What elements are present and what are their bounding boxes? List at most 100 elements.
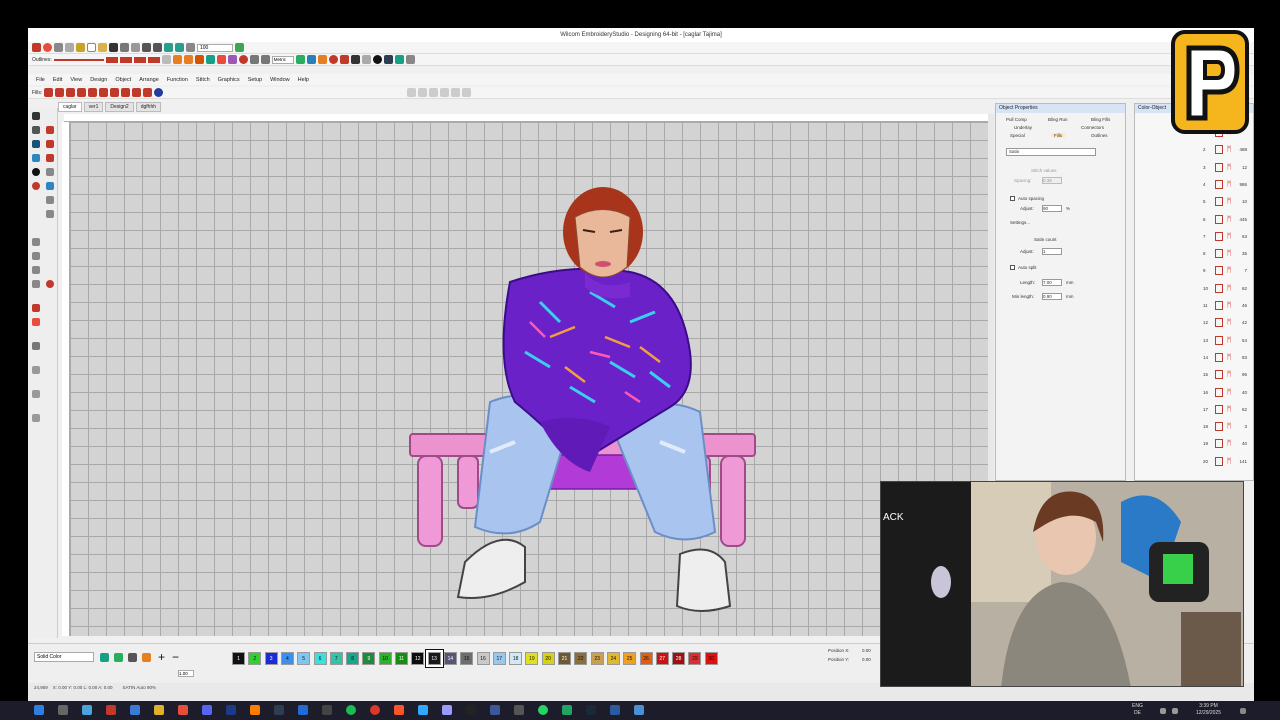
home-icon[interactable] [32,43,41,52]
record-icon[interactable] [32,182,40,190]
gear-icon[interactable] [32,414,40,422]
palette-chip[interactable]: 17 [492,652,506,665]
tab-bling-run[interactable]: Bling Run [1048,117,1068,122]
lock-icon[interactable] [440,88,450,97]
outline-blanket-icon[interactable] [133,56,146,63]
flower-icon[interactable] [227,55,237,64]
arc-icon[interactable] [361,55,371,64]
palette-chip[interactable]: 15 [460,652,474,665]
text-icon[interactable] [32,140,40,148]
align-left-icon[interactable] [407,88,417,97]
grid-icon[interactable] [205,55,215,64]
satin-adjust-input[interactable]: 1 [1042,248,1062,255]
start-icon[interactable] [34,705,44,715]
color-object-row[interactable]: 18 ᛗ 3 [1155,422,1247,437]
outline-run-icon[interactable] [53,58,104,61]
discord-icon[interactable] [202,705,212,715]
palette-chip[interactable]: 12 [411,652,425,665]
color-object-row[interactable]: 9 ᛗ 7 [1155,266,1247,281]
cut-tool-icon[interactable] [32,342,40,350]
tab-connectors[interactable]: Connectors [1081,125,1104,130]
palette-chip[interactable]: 24 [606,652,620,665]
color-object-row[interactable]: 11 ᛗ 46 [1155,301,1247,316]
palette-chip[interactable]: 16 [476,652,490,665]
tab-outlines[interactable]: Outlines [1091,133,1108,138]
color-object-row[interactable]: 5 ᛗ 10 [1155,197,1247,212]
layout-icon[interactable] [260,55,270,64]
taskbar-app-16-icon[interactable] [466,705,476,715]
size-input[interactable]: 1.00 [178,670,194,677]
design-canvas[interactable] [70,122,988,636]
photoshop-icon[interactable] [418,705,428,715]
palette-chip[interactable]: 8 [346,652,360,665]
palette-chip[interactable]: 26 [639,652,653,665]
length-input[interactable]: 7.00 [1042,279,1062,286]
color-object-row[interactable]: 13 ᛗ 54 [1155,335,1247,351]
fill-grid-icon[interactable] [132,88,142,97]
apple-icon[interactable] [216,55,226,64]
brave-icon[interactable] [394,705,404,715]
needle-icon[interactable] [339,55,349,64]
palette-chip[interactable]: 14 [443,652,457,665]
tab-ver1[interactable]: ver1 [83,102,104,112]
palette-chip[interactable]: 22 [574,652,588,665]
monogram-icon[interactable] [32,154,40,162]
file-explorer-icon[interactable] [154,705,164,715]
layers-icon[interactable] [383,55,393,64]
taskbar-app-23-icon[interactable] [634,705,644,715]
palette-chip[interactable]: 23 [590,652,604,665]
menu-object[interactable]: Object [115,77,131,83]
palette-chip[interactable]: 11 [395,652,408,665]
taskbar-app-2-icon[interactable] [106,705,116,715]
network-icon[interactable] [1160,708,1166,714]
palette-chip[interactable]: 7 [329,652,343,665]
add-color-icon[interactable]: + [158,650,165,664]
tab-bling-fills[interactable]: Bling Fills [1091,117,1110,122]
fill-cross-icon[interactable] [121,88,131,97]
color-object-row[interactable]: 7 ᛗ 63 [1155,231,1247,247]
language-indicator[interactable]: ENG DE [1132,703,1143,717]
function-icon[interactable] [350,55,360,64]
fill-satin-icon[interactable] [55,88,65,97]
info-icon[interactable] [372,55,382,64]
clock[interactable]: 3:39 PM 12/29/2025 [1196,703,1221,717]
excel-icon[interactable] [562,705,572,715]
fill-type-select[interactable]: Satin [1006,148,1096,156]
appliqué-icon[interactable] [32,304,40,312]
vertical-ruler[interactable] [62,122,70,636]
color-object-row[interactable]: 6 ᛗ 445 [1155,214,1247,230]
menu-graphics[interactable]: Graphics [218,77,240,83]
min-length-input[interactable]: 0.90 [1042,293,1062,300]
wilcom-taskbar-icon[interactable] [610,705,620,715]
transform-icon[interactable] [32,366,40,374]
units-select[interactable]: Metric [271,55,294,64]
digitize-icon[interactable] [46,126,54,134]
stop-icon[interactable] [328,55,338,64]
remove-color-icon[interactable]: − [172,650,179,664]
palette-chip[interactable]: 3 [264,652,278,665]
premiere-icon[interactable] [442,705,452,715]
color-object-row[interactable]: 12 ᛗ 42 [1155,318,1247,333]
menu-design[interactable]: Design [90,77,107,83]
frame-icon[interactable] [306,55,316,64]
print-icon[interactable] [120,43,129,52]
paste-icon[interactable] [76,43,85,52]
palette-chip[interactable]: 9 [362,652,376,665]
tab-design2[interactable]: Design2 [105,102,134,112]
chrome-icon[interactable] [370,705,380,715]
fill-tatami-icon[interactable] [44,88,54,97]
menu-arrange[interactable]: Arrange [139,77,159,83]
new-file-icon[interactable] [87,43,96,52]
wand-icon[interactable] [405,55,415,64]
taskbar-app-5-icon[interactable] [178,705,188,715]
save-icon[interactable] [109,43,118,52]
adjust-input[interactable]: 90 [1042,205,1062,212]
pencil-icon[interactable] [172,55,182,64]
color-object-row[interactable]: 8 ᛗ 35 [1155,249,1247,264]
column-a-icon[interactable] [46,140,54,148]
outline-more-icon[interactable] [161,55,171,64]
star-icon[interactable] [317,55,327,64]
select-arrow-icon[interactable] [32,112,40,120]
brush-icon[interactable] [183,55,193,64]
color-object-row[interactable]: 2 ᛗ 488 [1155,145,1247,160]
